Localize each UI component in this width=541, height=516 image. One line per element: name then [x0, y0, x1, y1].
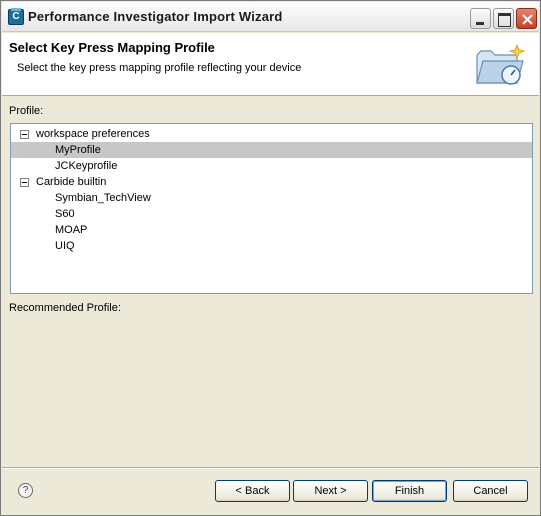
- tree-item-symbian-techview[interactable]: Symbian_TechView: [11, 190, 532, 206]
- title-bar[interactable]: C Performance Investigator Import Wizard: [2, 2, 539, 32]
- close-button[interactable]: [516, 8, 537, 29]
- tree-item-label: MyProfile: [55, 144, 101, 156]
- page-title: Select Key Press Mapping Profile: [9, 40, 215, 55]
- close-icon: [522, 14, 533, 25]
- minimize-button[interactable]: [470, 8, 491, 29]
- maximize-button[interactable]: [493, 8, 514, 29]
- tree-group-label: workspace preferences: [36, 128, 150, 140]
- tree-item-myprofile[interactable]: MyProfile: [11, 142, 532, 158]
- tree-item-label: MOAP: [55, 224, 88, 236]
- app-icon: C: [8, 8, 24, 25]
- cancel-button[interactable]: Cancel: [453, 480, 528, 502]
- back-button[interactable]: < Back: [215, 480, 290, 502]
- tree-item-uiq[interactable]: UIQ: [11, 238, 532, 254]
- tree-group-workspace-preferences[interactable]: workspace preferences: [11, 126, 532, 142]
- tree-item-label: S60: [55, 208, 75, 220]
- next-button[interactable]: Next >: [293, 480, 368, 502]
- tree-group-carbide-builtin[interactable]: Carbide builtin: [11, 174, 532, 190]
- tree-item-label: UIQ: [55, 240, 75, 252]
- page-description: Select the key press mapping profile ref…: [17, 62, 302, 74]
- collapse-toggle-icon[interactable]: [20, 178, 29, 187]
- tree-item-moap[interactable]: MOAP: [11, 222, 532, 238]
- wizard-header: Select Key Press Mapping Profile Select …: [2, 33, 539, 96]
- tree-item-s60[interactable]: S60: [11, 206, 532, 222]
- tree-item-label: Symbian_TechView: [55, 192, 151, 204]
- folder-gauge-icon: [476, 43, 526, 85]
- tree-group-label: Carbide builtin: [36, 176, 107, 188]
- collapse-toggle-icon[interactable]: [20, 130, 29, 139]
- recommended-profile-label: Recommended Profile:: [9, 302, 121, 314]
- tree-item-label: JCKeyprofile: [55, 160, 118, 172]
- help-icon[interactable]: ?: [18, 483, 33, 498]
- profile-label: Profile:: [9, 105, 44, 117]
- tree-item-jckeyprofile[interactable]: JCKeyprofile: [11, 158, 532, 174]
- wizard-window: C Performance Investigator Import Wizard…: [0, 0, 541, 516]
- finish-button[interactable]: Finish: [372, 480, 447, 502]
- profile-tree[interactable]: workspace preferences MyProfile JCKeypro…: [10, 123, 533, 294]
- button-bar-separator: [2, 467, 539, 469]
- window-title: Performance Investigator Import Wizard: [28, 9, 283, 24]
